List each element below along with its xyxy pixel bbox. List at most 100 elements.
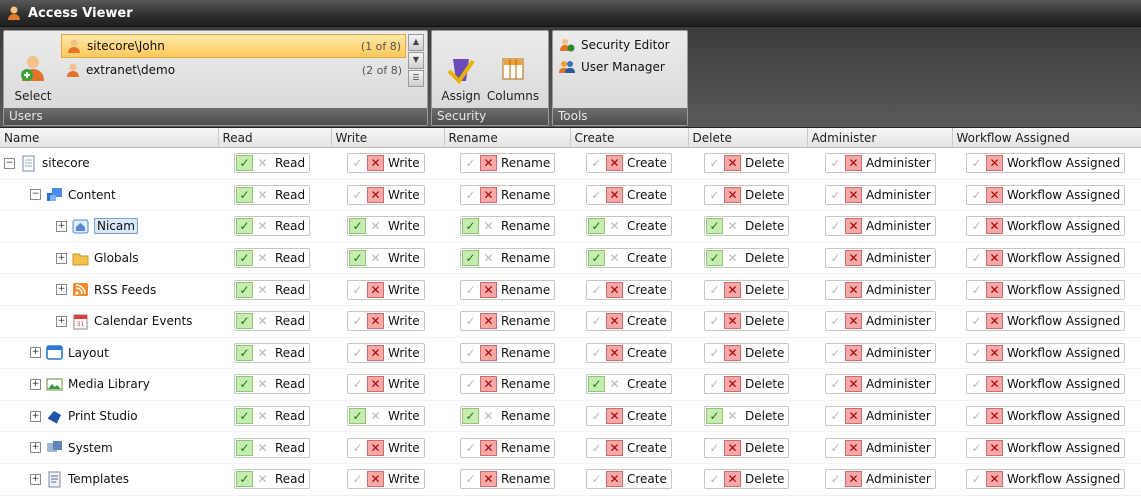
deny-x-icon[interactable]: ✕ xyxy=(254,376,271,392)
tree-node-label[interactable]: Media Library xyxy=(68,377,150,391)
deny-x-icon[interactable]: ✕ xyxy=(254,187,271,203)
allow-check-icon[interactable]: ✓ xyxy=(236,250,253,267)
allow-check-icon[interactable]: ✓ xyxy=(827,155,844,171)
deny-x-icon[interactable]: ✕ xyxy=(986,250,1003,267)
deny-x-icon[interactable]: ✕ xyxy=(480,376,497,393)
allow-check-icon[interactable]: ✓ xyxy=(349,376,366,392)
permission-toggle[interactable]: ✓ ✕ Write xyxy=(347,153,425,174)
allow-check-icon[interactable]: ✓ xyxy=(588,155,605,171)
allow-check-icon[interactable]: ✓ xyxy=(236,471,253,488)
allow-check-icon[interactable]: ✓ xyxy=(968,282,985,298)
column-header-read[interactable]: Read xyxy=(218,128,332,148)
allow-check-icon[interactable]: ✓ xyxy=(706,376,723,392)
deny-x-icon[interactable]: ✕ xyxy=(845,313,862,330)
deny-x-icon[interactable]: ✕ xyxy=(724,250,741,266)
allow-check-icon[interactable]: ✓ xyxy=(236,281,253,298)
allow-check-icon[interactable]: ✓ xyxy=(588,345,605,361)
deny-x-icon[interactable]: ✕ xyxy=(606,344,623,361)
allow-check-icon[interactable]: ✓ xyxy=(706,250,723,267)
allow-check-icon[interactable]: ✓ xyxy=(706,155,723,171)
permission-toggle[interactable]: ✓ ✕ Read xyxy=(234,184,311,205)
deny-x-icon[interactable]: ✕ xyxy=(606,439,623,456)
permission-toggle[interactable]: ✓ ✕ Workflow Assigned xyxy=(966,216,1126,237)
permission-toggle[interactable]: ✓ ✕ Administer xyxy=(825,437,936,458)
permission-toggle[interactable]: ✓ ✕ Read xyxy=(234,374,311,395)
permission-toggle[interactable]: ✓ ✕ Workflow Assigned xyxy=(966,248,1126,269)
deny-x-icon[interactable]: ✕ xyxy=(845,408,862,425)
permission-toggle[interactable]: ✓ ✕ Administer xyxy=(825,279,936,300)
select-button[interactable]: Select xyxy=(7,34,59,105)
allow-check-icon[interactable]: ✓ xyxy=(462,313,479,329)
permission-toggle[interactable]: ✓ ✕ Administer xyxy=(825,248,936,269)
column-header-write[interactable]: Write xyxy=(331,128,445,148)
column-header-create[interactable]: Create xyxy=(570,128,689,148)
allow-check-icon[interactable]: ✓ xyxy=(968,187,985,203)
allow-check-icon[interactable]: ✓ xyxy=(588,282,605,298)
deny-x-icon[interactable]: ✕ xyxy=(606,250,623,266)
allow-check-icon[interactable]: ✓ xyxy=(827,313,844,329)
permission-toggle[interactable]: ✓ ✕ Read xyxy=(234,469,311,490)
tree-node-label[interactable]: Print Studio xyxy=(68,409,138,423)
deny-x-icon[interactable]: ✕ xyxy=(367,186,384,203)
permission-toggle[interactable]: ✓ ✕ Rename xyxy=(460,311,556,332)
table-row[interactable]: + Templates ✓ ✕ Read ✓ ✕ Write ✓ ✕ Rename ✓ ✕ Create ✓… xyxy=(0,463,1141,496)
deny-x-icon[interactable]: ✕ xyxy=(480,281,497,298)
permission-toggle[interactable]: ✓ ✕ Delete xyxy=(704,342,790,363)
allow-check-icon[interactable]: ✓ xyxy=(827,376,844,392)
permission-toggle[interactable]: ✓ ✕ Delete xyxy=(704,248,790,269)
permission-toggle[interactable]: ✓ ✕ Write xyxy=(347,469,425,490)
allow-check-icon[interactable]: ✓ xyxy=(349,471,366,487)
tree-node-label[interactable]: Calendar Events xyxy=(94,314,192,328)
allow-check-icon[interactable]: ✓ xyxy=(968,440,985,456)
permission-toggle[interactable]: ✓ ✕ Administer xyxy=(825,184,936,205)
tree-node-label[interactable]: Layout xyxy=(68,346,109,360)
deny-x-icon[interactable]: ✕ xyxy=(367,218,384,234)
deny-x-icon[interactable]: ✕ xyxy=(367,376,384,393)
allow-check-icon[interactable]: ✓ xyxy=(462,282,479,298)
allow-check-icon[interactable]: ✓ xyxy=(706,282,723,298)
expand-toggle-icon[interactable]: + xyxy=(56,284,67,296)
deny-x-icon[interactable]: ✕ xyxy=(480,344,497,361)
permission-toggle[interactable]: ✓ ✕ Write xyxy=(347,279,425,300)
user-item[interactable]: extranet\demo (2 of 8) xyxy=(61,58,406,82)
deny-x-icon[interactable]: ✕ xyxy=(986,439,1003,456)
allow-check-icon[interactable]: ✓ xyxy=(349,313,366,329)
deny-x-icon[interactable]: ✕ xyxy=(845,439,862,456)
expand-toggle-icon[interactable]: + xyxy=(30,410,41,422)
deny-x-icon[interactable]: ✕ xyxy=(367,439,384,456)
allow-check-icon[interactable]: ✓ xyxy=(349,187,366,203)
deny-x-icon[interactable]: ✕ xyxy=(845,186,862,203)
expand-toggle-icon[interactable]: + xyxy=(30,442,41,454)
allow-check-icon[interactable]: ✓ xyxy=(706,408,723,425)
assign-button[interactable]: Assign xyxy=(435,34,487,105)
allow-check-icon[interactable]: ✓ xyxy=(588,187,605,203)
permission-toggle[interactable]: ✓ ✕ Read xyxy=(234,279,311,300)
permission-toggle[interactable]: ✓ ✕ Create xyxy=(586,437,672,458)
deny-x-icon[interactable]: ✕ xyxy=(254,218,271,234)
allow-check-icon[interactable]: ✓ xyxy=(236,408,253,425)
permission-toggle[interactable]: ✓ ✕ Create xyxy=(586,184,672,205)
allow-check-icon[interactable]: ✓ xyxy=(827,471,844,487)
permission-toggle[interactable]: ✓ ✕ Administer xyxy=(825,342,936,363)
permission-toggle[interactable]: ✓ ✕ Create xyxy=(586,342,672,363)
deny-x-icon[interactable]: ✕ xyxy=(986,471,1003,488)
permission-toggle[interactable]: ✓ ✕ Delete xyxy=(704,406,790,427)
allow-check-icon[interactable]: ✓ xyxy=(462,471,479,487)
deny-x-icon[interactable]: ✕ xyxy=(254,282,271,298)
deny-x-icon[interactable]: ✕ xyxy=(480,439,497,456)
tree-node-label[interactable]: RSS Feeds xyxy=(94,283,156,297)
permission-toggle[interactable]: ✓ ✕ Write xyxy=(347,342,425,363)
allow-check-icon[interactable]: ✓ xyxy=(827,250,844,266)
allow-check-icon[interactable]: ✓ xyxy=(588,218,605,235)
allow-check-icon[interactable]: ✓ xyxy=(588,313,605,329)
allow-check-icon[interactable]: ✓ xyxy=(236,155,253,172)
allow-check-icon[interactable]: ✓ xyxy=(827,440,844,456)
deny-x-icon[interactable]: ✕ xyxy=(367,250,384,266)
permission-toggle[interactable]: ✓ ✕ Administer xyxy=(825,311,936,332)
deny-x-icon[interactable]: ✕ xyxy=(480,313,497,330)
column-header-delete[interactable]: Delete xyxy=(688,128,808,148)
allow-check-icon[interactable]: ✓ xyxy=(827,408,844,424)
deny-x-icon[interactable]: ✕ xyxy=(845,344,862,361)
deny-x-icon[interactable]: ✕ xyxy=(724,439,741,456)
permission-toggle[interactable]: ✓ ✕ Rename xyxy=(460,279,556,300)
